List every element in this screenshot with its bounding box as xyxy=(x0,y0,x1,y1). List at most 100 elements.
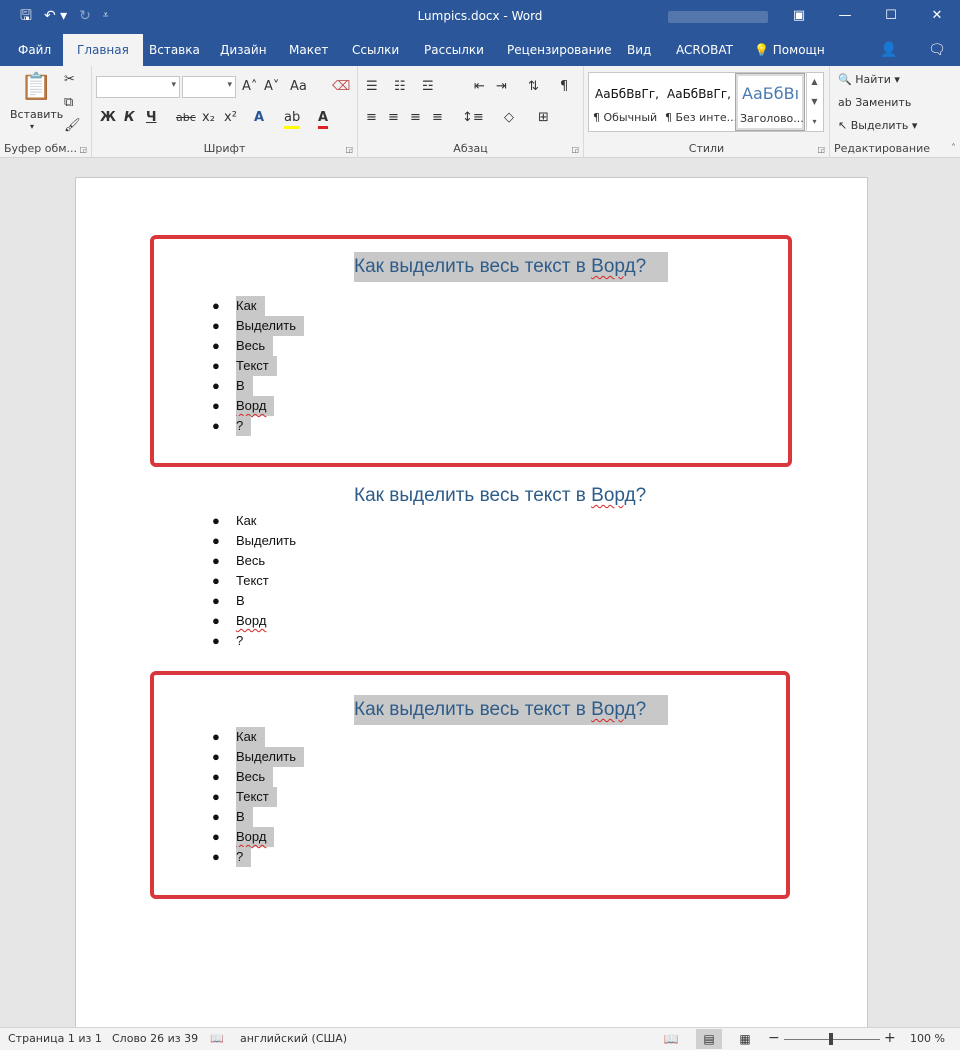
text-effects-icon[interactable]: A xyxy=(254,110,264,126)
grow-font-icon[interactable]: A˄ xyxy=(242,79,257,95)
proofing-icon[interactable]: 📖 xyxy=(210,1032,224,1045)
word-count[interactable]: Слово 26 из 39 xyxy=(112,1032,198,1045)
numbering-icon[interactable]: ☷ xyxy=(394,79,406,95)
tab-design[interactable]: Дизайн xyxy=(206,34,281,66)
format-painter-icon[interactable]: 🖌 xyxy=(64,118,81,134)
align-center-icon[interactable]: ≡ xyxy=(388,110,399,126)
highlight-icon[interactable]: ab xyxy=(284,110,301,129)
shrink-font-icon[interactable]: A˅ xyxy=(264,79,279,95)
document-area[interactable]: Как выделить весь текст в Ворд? ● Как ● Вы… xyxy=(0,159,960,1037)
copy-icon[interactable]: ⧉ xyxy=(64,95,73,111)
bold-button[interactable]: Ж xyxy=(100,110,116,126)
tab-insert[interactable]: Вставка xyxy=(135,34,214,66)
sort-icon[interactable]: ⇅ xyxy=(528,79,539,95)
bullets-icon[interactable]: ☰ xyxy=(366,79,378,95)
tab-layout[interactable]: Макет xyxy=(275,34,342,66)
ribbon-display-options-button[interactable]: ▣ xyxy=(776,0,822,32)
bullet-icon: ● xyxy=(212,513,220,528)
heading-plain[interactable]: Как выделить весь текст в Ворд? xyxy=(354,481,646,511)
italic-button[interactable]: К xyxy=(124,110,135,126)
language[interactable]: английский (США) xyxy=(240,1032,347,1045)
justify-icon[interactable]: ≡ xyxy=(432,110,443,126)
subscript-button[interactable]: x₂ xyxy=(202,110,215,126)
strikethrough-button[interactable]: abc xyxy=(176,110,196,126)
read-mode-icon[interactable]: 📖 xyxy=(658,1029,684,1049)
clipboard-launcher-icon[interactable]: ◲ xyxy=(79,145,87,154)
gallery-more-icon[interactable]: ▾ xyxy=(807,112,822,132)
title-bar: 🖫 ↶ ▾ ↻ ⩡ Lumpics.docx - Word ▣ — ☐ ✕ xyxy=(0,0,960,34)
document-page[interactable]: Как выделить весь текст в Ворд? ● Как ● Вы… xyxy=(75,177,868,1037)
tab-home[interactable]: Главная xyxy=(63,34,143,66)
collapse-ribbon-icon[interactable]: ˄ xyxy=(951,143,956,154)
underline-button[interactable]: Ч xyxy=(146,110,157,126)
tab-file[interactable]: Файл xyxy=(4,34,65,66)
chevron-down-icon: ▾ xyxy=(171,80,176,90)
page-count[interactable]: Страница 1 из 1 xyxy=(8,1032,102,1045)
list-item: ● Ворд xyxy=(212,611,304,631)
find-button[interactable]: 🔍 Найти ▾ xyxy=(838,73,900,86)
align-right-icon[interactable]: ≡ xyxy=(410,110,421,126)
bullet-list-plain[interactable]: ● Как ● Выделить ● Весь ● Текст ● В ● Ворд ●? xyxy=(212,511,304,651)
paste-dropdown-icon[interactable]: ▾ xyxy=(30,122,34,131)
style-no-spacing[interactable]: АаБбВвГг, ¶ Без инте... xyxy=(661,73,737,131)
minimize-button[interactable]: — xyxy=(822,0,868,32)
gallery-down-icon[interactable]: ▼ xyxy=(807,92,822,112)
shading-icon[interactable]: ◇ xyxy=(504,110,514,126)
ribbon-tabs: Файл Главная Вставка Дизайн Макет Ссылки… xyxy=(0,34,960,66)
print-layout-icon[interactable]: ▤ xyxy=(696,1029,722,1049)
clipboard-group: 📋 Вставить ▾ ✂ ⧉ 🖌 Буфер обм... ◲ xyxy=(0,66,92,158)
font-name-combo[interactable]: ▾ xyxy=(96,76,180,98)
styles-gallery-scroll: ▲ ▼ ▾ xyxy=(806,72,822,132)
change-case-icon[interactable]: Aa xyxy=(290,79,307,95)
styles-launcher-icon[interactable]: ◲ xyxy=(817,145,825,154)
zoom-slider-thumb[interactable] xyxy=(829,1033,833,1045)
zoom-in-button[interactable]: + xyxy=(884,1030,896,1046)
tab-view[interactable]: Вид xyxy=(613,34,665,66)
clipboard-group-label: Буфер обм... xyxy=(4,142,78,155)
list-item: ● В xyxy=(212,591,304,611)
gallery-up-icon[interactable]: ▲ xyxy=(807,72,822,92)
select-button[interactable]: ↖ Выделить ▾ xyxy=(838,119,917,132)
bullet-icon: ● xyxy=(212,633,220,648)
editing-group: 🔍 Найти ▾ ab Заменить ↖ Выделить ▾ Редак… xyxy=(830,66,960,158)
list-item: ●? xyxy=(212,631,304,651)
tab-references[interactable]: Ссылки xyxy=(338,34,413,66)
font-launcher-icon[interactable]: ◲ xyxy=(345,145,353,154)
tab-mailings[interactable]: Рассылки xyxy=(410,34,498,66)
font-size-combo[interactable]: ▾ xyxy=(182,76,236,98)
paste-icon[interactable]: 📋 xyxy=(20,72,52,102)
style-normal[interactable]: АаБбВвГг, ¶ Обычный xyxy=(589,73,661,131)
cut-icon[interactable]: ✂ xyxy=(64,72,75,88)
paste-button[interactable]: Вставить xyxy=(10,108,63,121)
replace-button[interactable]: ab Заменить xyxy=(838,96,911,109)
comments-icon[interactable]: 🗨 xyxy=(928,42,946,58)
decrease-indent-icon[interactable]: ⇤ xyxy=(474,79,485,95)
font-color-icon[interactable]: A xyxy=(318,110,329,129)
clear-formatting-icon[interactable]: ⌫ xyxy=(332,79,350,95)
web-layout-icon[interactable]: ▦ xyxy=(732,1029,758,1049)
superscript-button[interactable]: x² xyxy=(224,110,237,126)
styles-gallery: АаБбВвГг, ¶ Обычный АаБбВвГг, ¶ Без инте… xyxy=(588,72,824,132)
multilevel-list-icon[interactable]: ☲ xyxy=(422,79,434,95)
tab-acrobat[interactable]: ACROBAT xyxy=(662,34,747,66)
increase-indent-icon[interactable]: ⇥ xyxy=(496,79,507,95)
bullet-icon: ● xyxy=(212,533,220,548)
share-icon[interactable]: 👤 xyxy=(880,42,897,58)
styles-group-label: Стили xyxy=(688,142,725,155)
line-spacing-icon[interactable]: ↕≡ xyxy=(462,110,484,126)
tab-review[interactable]: Рецензирование xyxy=(493,34,626,66)
style-heading-1[interactable]: АаБбВı Заголово... xyxy=(735,73,805,131)
tell-me-box[interactable]: 💡 Помощн xyxy=(740,34,839,66)
borders-icon[interactable]: ⊞ xyxy=(538,110,549,126)
paragraph-group: ☰ ☷ ☲ ⇤ ⇥ ⇅ ¶ ≡ ≡ ≡ ≡ ↕≡ ◇ ⊞ Абзац ◲ xyxy=(358,66,584,158)
chevron-down-icon: ▾ xyxy=(227,80,232,90)
align-left-icon[interactable]: ≡ xyxy=(366,110,377,126)
bullet-icon: ● xyxy=(212,613,220,628)
close-button[interactable]: ✕ xyxy=(914,0,960,32)
lightbulb-icon: 💡 xyxy=(754,43,769,57)
paragraph-launcher-icon[interactable]: ◲ xyxy=(571,145,579,154)
maximize-button[interactable]: ☐ xyxy=(868,0,914,32)
zoom-out-button[interactable]: − xyxy=(768,1030,780,1046)
zoom-level[interactable]: 100 % xyxy=(910,1032,945,1045)
pilcrow-icon[interactable]: ¶ xyxy=(560,79,568,95)
